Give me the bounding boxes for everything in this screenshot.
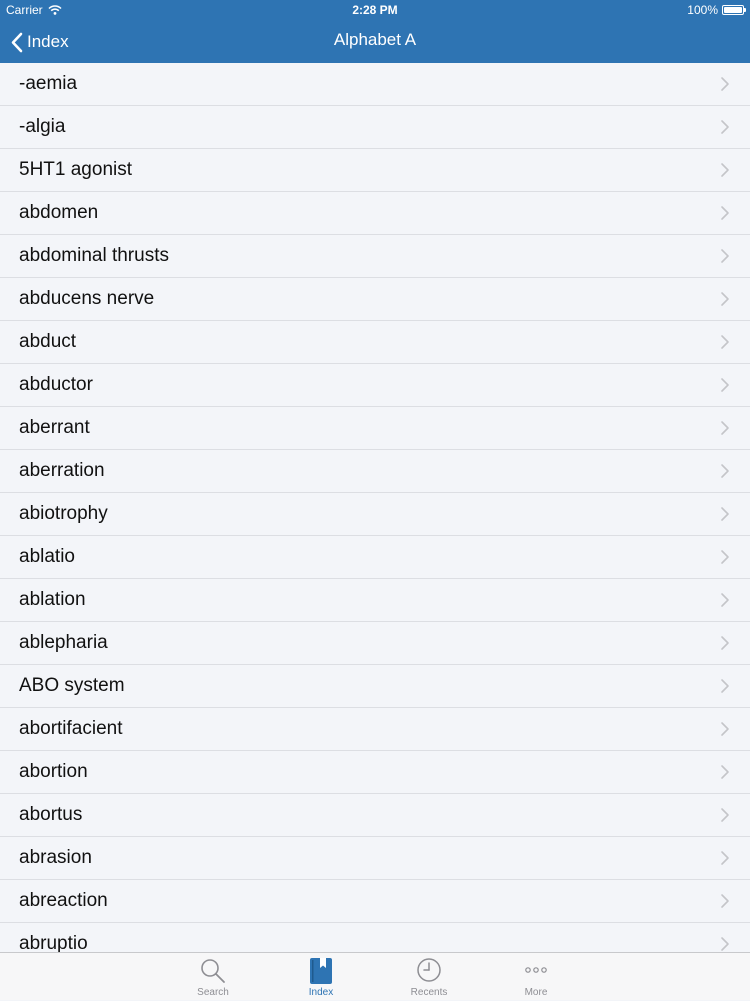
- list-item[interactable]: abortifacient: [0, 708, 750, 751]
- list-item-label: ablation: [19, 589, 86, 610]
- list-item[interactable]: ablepharia: [0, 622, 750, 665]
- list-item[interactable]: aberrant: [0, 407, 750, 450]
- list-item-label: abruptio: [19, 933, 88, 952]
- chevron-right-icon: [721, 464, 729, 478]
- book-icon: [310, 958, 332, 984]
- chevron-right-icon: [721, 808, 729, 822]
- chevron-right-icon: [721, 937, 729, 951]
- chevron-right-icon: [721, 722, 729, 736]
- list-item[interactable]: abductor: [0, 364, 750, 407]
- chevron-right-icon: [721, 77, 729, 91]
- list-item[interactable]: 5HT1 agonist: [0, 149, 750, 192]
- status-battery: 100%: [687, 3, 746, 17]
- list-item[interactable]: -algia: [0, 106, 750, 149]
- list-item-label: abductor: [19, 374, 93, 395]
- list-item-label: 5HT1 agonist: [19, 159, 133, 180]
- battery-icon: [722, 5, 746, 15]
- tab-recents-label: Recents: [410, 987, 448, 998]
- list-item[interactable]: -aemia: [0, 63, 750, 106]
- list-item[interactable]: ablatio: [0, 536, 750, 579]
- list-item[interactable]: abruptio: [0, 923, 750, 952]
- chevron-right-icon: [721, 593, 729, 607]
- list-item-label: abortion: [19, 761, 88, 782]
- list-item[interactable]: abducens nerve: [0, 278, 750, 321]
- chevron-right-icon: [721, 679, 729, 693]
- list-item-label: abducens nerve: [19, 288, 155, 309]
- tab-search[interactable]: Search: [173, 953, 253, 1001]
- list-item[interactable]: abreaction: [0, 880, 750, 923]
- list-item[interactable]: abdominal thrusts: [0, 235, 750, 278]
- list-item[interactable]: abortion: [0, 751, 750, 794]
- list-item[interactable]: abiotrophy: [0, 493, 750, 536]
- chevron-right-icon: [721, 206, 729, 220]
- list-item[interactable]: ablation: [0, 579, 750, 622]
- list-item-label: abreaction: [19, 890, 108, 911]
- chevron-right-icon: [721, 378, 729, 392]
- list-item-label: abiotrophy: [19, 503, 108, 524]
- list-item-label: aberrant: [19, 417, 90, 438]
- list-item[interactable]: abduct: [0, 321, 750, 364]
- chevron-right-icon: [721, 120, 729, 134]
- chevron-right-icon: [721, 421, 729, 435]
- tab-index-label: Index: [308, 987, 334, 998]
- list-item-label: abrasion: [19, 847, 92, 868]
- tab-more[interactable]: More: [496, 953, 576, 1001]
- list-item-label: -aemia: [19, 73, 78, 94]
- more-icon: [525, 967, 547, 973]
- chevron-right-icon: [721, 249, 729, 263]
- list-item[interactable]: abortus: [0, 794, 750, 837]
- chevron-right-icon: [721, 507, 729, 521]
- chevron-right-icon: [721, 163, 729, 177]
- chevron-right-icon: [721, 636, 729, 650]
- chevron-right-icon: [721, 894, 729, 908]
- nav-bar: Index Alphabet A: [0, 20, 750, 63]
- list-item-label: ABO system: [19, 675, 125, 696]
- tab-search-label: Search: [197, 987, 229, 998]
- list-item-label: aberration: [19, 460, 105, 481]
- list-item[interactable]: abdomen: [0, 192, 750, 235]
- tab-more-label: More: [524, 987, 548, 998]
- page-title: Alphabet A: [333, 30, 417, 49]
- tab-recents[interactable]: Recents: [389, 953, 469, 1001]
- list-item-label: -algia: [19, 116, 66, 137]
- chevron-right-icon: [721, 851, 729, 865]
- list-item-label: ablatio: [19, 546, 75, 567]
- tab-bar: Search Index Recents More: [0, 952, 750, 1000]
- tab-index[interactable]: Index: [281, 953, 361, 1001]
- chevron-right-icon: [721, 335, 729, 349]
- chevron-right-icon: [721, 550, 729, 564]
- list-item[interactable]: ABO system: [0, 665, 750, 708]
- chevron-right-icon: [721, 765, 729, 779]
- header: Carrier 2:28 PM 100% Index Alphabet A: [0, 0, 750, 63]
- status-bar: Carrier 2:28 PM 100%: [0, 0, 750, 20]
- list-item-label: ablepharia: [19, 632, 108, 653]
- list-item[interactable]: aberration: [0, 450, 750, 493]
- battery-percent: 100%: [687, 3, 718, 17]
- list-item-label: abdomen: [19, 202, 99, 223]
- list-item-label: abortifacient: [19, 718, 123, 739]
- clock-icon: [417, 958, 441, 982]
- list-item-label: abortus: [19, 804, 83, 825]
- list-item-label: abduct: [19, 331, 77, 352]
- search-icon: [201, 959, 225, 983]
- chevron-right-icon: [721, 292, 729, 306]
- list-item[interactable]: abrasion: [0, 837, 750, 880]
- status-time: 2:28 PM: [352, 3, 398, 17]
- term-list[interactable]: -aemia -algia 5HT1 agonist abdomen abdominal…: [0, 63, 750, 952]
- list-item-label: abdominal thrusts: [19, 245, 169, 266]
